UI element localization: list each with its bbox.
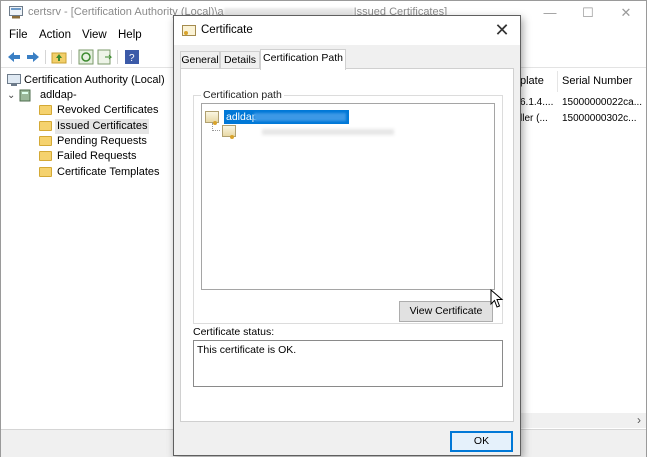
column-header-template[interactable]: plate (520, 75, 544, 87)
menu-view[interactable]: View (82, 29, 107, 41)
refresh-icon[interactable] (78, 49, 94, 65)
table-cell[interactable]: 6.1.4.... (520, 97, 553, 108)
tree-item-revoked-certificates[interactable]: Revoked Certificates (39, 103, 172, 118)
ok-button[interactable]: OK (450, 431, 513, 452)
close-window-button[interactable]: ✕ (607, 1, 645, 25)
table-cell[interactable]: ller (... (520, 113, 548, 124)
column-divider (557, 71, 558, 92)
forward-arrow-icon[interactable] (25, 49, 41, 65)
dialog-tabs: General Details Certification Path (180, 49, 514, 70)
tree-root-node[interactable]: Certification Authority (Local) (7, 73, 172, 88)
certificate-dialog: Certificate ✕ General Details Certificat… (173, 15, 521, 456)
help-icon[interactable]: ? (124, 49, 140, 65)
selected-node-highlight: adldap- (224, 110, 349, 124)
certsrv-app-icon (9, 6, 23, 19)
chevron-down-icon[interactable]: ⌄ (7, 88, 15, 103)
column-header-serial-number[interactable]: Serial Number (562, 75, 632, 87)
computer-icon (7, 74, 21, 86)
horizontal-scrollbar[interactable]: › (515, 413, 646, 428)
certificate-icon (205, 111, 219, 125)
folder-icon (39, 121, 52, 131)
tree-item-pending-requests[interactable]: Pending Requests (39, 134, 172, 149)
folder-icon (39, 136, 52, 146)
folder-icon (39, 151, 52, 161)
tree-ca-node[interactable]: ⌄ adldap- (7, 88, 172, 103)
certification-path-tree[interactable]: adldap- (201, 103, 495, 290)
menu-file[interactable]: File (9, 29, 28, 41)
export-list-icon[interactable] (97, 49, 113, 65)
tab-details[interactable]: Details (220, 51, 260, 69)
scroll-right-arrow-icon[interactable]: › (637, 413, 641, 427)
toolbar-separator (117, 50, 118, 64)
toolbar-separator (71, 50, 72, 64)
table-cell[interactable]: 15000000022ca... (562, 97, 642, 108)
certificate-status-text: This certificate is OK. (193, 340, 503, 387)
certificate-icon (182, 25, 196, 36)
table-cell[interactable]: 15000000302c... (562, 113, 637, 124)
tree-item-certificate-templates[interactable]: Certificate Templates (39, 165, 172, 180)
tree-connector (212, 123, 220, 131)
toolbar-separator (45, 50, 46, 64)
mouse-cursor-icon (490, 289, 504, 308)
redacted-text (254, 113, 346, 121)
up-folder-icon[interactable] (51, 49, 67, 65)
issued-certificates-list: plate Serial Number 6.1.4.... 1500000002… (515, 71, 646, 426)
back-arrow-icon[interactable] (6, 49, 22, 65)
folder-icon (39, 167, 52, 177)
menu-help[interactable]: Help (118, 29, 142, 41)
certificate-icon (222, 125, 236, 139)
dialog-close-button[interactable]: ✕ (490, 19, 514, 41)
dialog-title-bar: Certificate ✕ (174, 16, 520, 45)
certificate-status-label: Certificate status: (193, 326, 275, 338)
certification-path-panel: Certification path adldap- View Certific… (180, 68, 514, 422)
dialog-title: Certificate (201, 24, 253, 36)
certification-path-label: Certification path (201, 89, 284, 101)
folder-icon (39, 105, 52, 115)
tree-item-failed-requests[interactable]: Failed Requests (39, 149, 172, 164)
minimize-button[interactable]: — (531, 1, 569, 25)
tab-certification-path[interactable]: Certification Path (260, 49, 346, 70)
svg-text:?: ? (129, 53, 135, 64)
tab-general[interactable]: General (180, 51, 220, 69)
menu-action[interactable]: Action (39, 29, 71, 41)
maximize-button[interactable]: ☐ (569, 1, 607, 25)
path-node-root[interactable]: adldap- (205, 110, 365, 125)
console-tree: Certification Authority (Local) ⌄ adldap… (1, 71, 173, 426)
redacted-text (262, 129, 394, 135)
view-certificate-button[interactable]: View Certificate (399, 301, 493, 322)
tree-item-issued-certificates[interactable]: Issued Certificates (39, 119, 172, 134)
path-node-child[interactable] (222, 124, 402, 139)
ca-server-icon (19, 89, 31, 102)
